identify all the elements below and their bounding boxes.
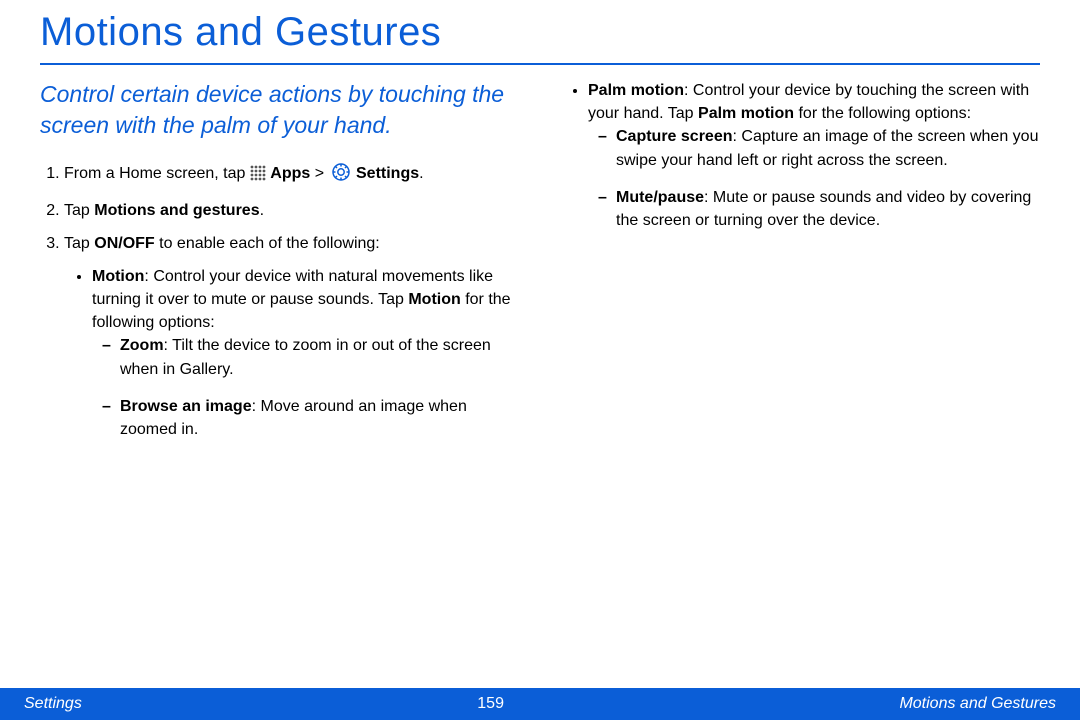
motion-tap-bold: Motion: [408, 291, 460, 308]
mute-bold: Mute/pause: [616, 189, 704, 206]
step-3-c: to enable each of the following:: [155, 235, 380, 252]
footer-left: Settings: [24, 695, 82, 713]
options-list-right: Palm motion: Control your device by touc…: [560, 79, 1040, 232]
mute-option: Mute/pause: Mute or pause sounds and vid…: [598, 186, 1040, 232]
capture-option: Capture screen: Capture an image of the …: [598, 125, 1040, 171]
right-column: Palm motion: Control your device by touc…: [560, 79, 1040, 455]
step-2: Tap Motions and gestures.: [64, 200, 520, 222]
options-list: Motion: Control your device with natural…: [64, 265, 520, 441]
step-1-text: From a Home screen, tap: [64, 165, 250, 182]
manual-page: Motions and Gestures Control certain dev…: [0, 0, 1080, 720]
intro-text: Control certain device actions by touchi…: [40, 79, 520, 141]
browse-option: Browse an image: Move around an image wh…: [102, 395, 520, 441]
apps-grid-icon: [250, 165, 266, 188]
breadcrumb-sep: >: [315, 165, 329, 182]
palm-bold: Palm motion: [588, 82, 684, 99]
palm-motion-option: Palm motion: Control your device by touc…: [588, 79, 1040, 232]
palm-tap-bold: Palm motion: [698, 105, 794, 122]
steps-list: From a Home screen, tap Apps >: [40, 163, 520, 441]
apps-label: Apps: [270, 165, 310, 182]
zoom-text: : Tilt the device to zoom in or out of t…: [120, 337, 491, 377]
palm-tap-rest: for the following options:: [794, 105, 971, 122]
motions-gestures-label: Motions and gestures: [94, 202, 259, 219]
capture-bold: Capture screen: [616, 128, 733, 145]
step-2-text: Tap: [64, 202, 94, 219]
settings-gear-icon: [332, 163, 350, 188]
palm-suboptions: Capture screen: Capture an image of the …: [588, 125, 1040, 232]
page-title: Motions and Gestures: [40, 0, 1040, 63]
step-2-end: .: [260, 202, 264, 219]
zoom-option: Zoom: Tilt the device to zoom in or out …: [102, 334, 520, 380]
browse-bold: Browse an image: [120, 398, 252, 415]
title-rule: [40, 63, 1040, 65]
left-column: Control certain device actions by touchi…: [40, 79, 520, 455]
content-columns: Control certain device actions by touchi…: [40, 79, 1040, 455]
motion-bold: Motion: [92, 268, 144, 285]
page-footer: Settings 159 Motions and Gestures: [0, 688, 1080, 720]
footer-page-number: 159: [477, 695, 504, 713]
settings-label: Settings: [356, 165, 419, 182]
motion-suboptions: Zoom: Tilt the device to zoom in or out …: [92, 334, 520, 441]
step-1: From a Home screen, tap Apps >: [64, 163, 520, 188]
footer-right: Motions and Gestures: [899, 695, 1056, 713]
step-1-end: .: [419, 165, 423, 182]
motion-option: Motion: Control your device with natural…: [92, 265, 520, 441]
zoom-bold: Zoom: [120, 337, 164, 354]
step-3: Tap ON/OFF to enable each of the followi…: [64, 233, 520, 441]
step-3-a: Tap: [64, 235, 94, 252]
onoff-label: ON/OFF: [94, 235, 154, 252]
